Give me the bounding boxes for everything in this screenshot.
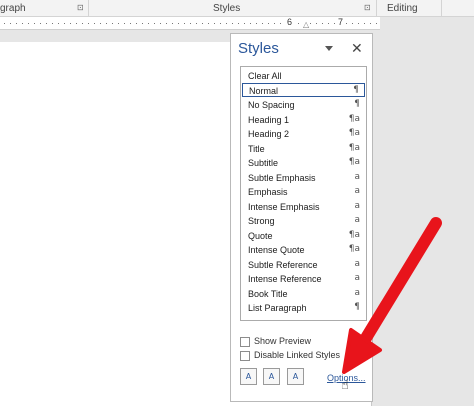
red-arrow-annotation (342, 217, 442, 374)
arrow-shaft (360, 217, 442, 344)
arrow-head (342, 328, 382, 374)
